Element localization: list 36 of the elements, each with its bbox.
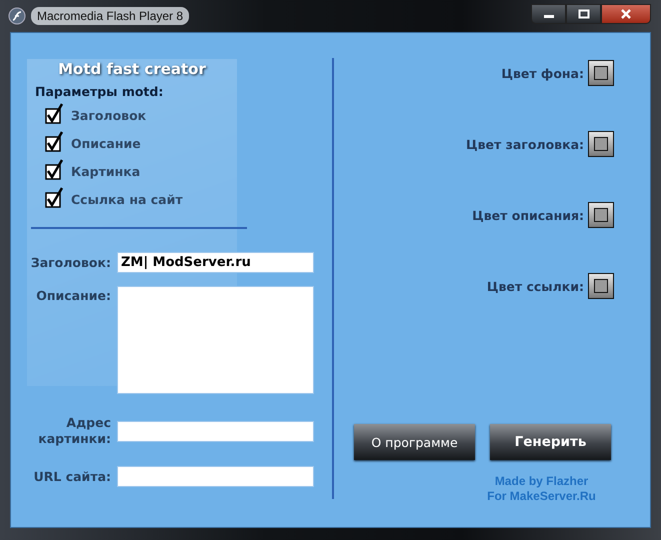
action-button[interactable]: О программе: [354, 424, 475, 460]
field-label: Заголовок:: [30, 254, 111, 270]
checkbox[interactable]: [45, 103, 65, 125]
maximize-button[interactable]: [566, 4, 601, 24]
color-swatch[interactable]: [588, 273, 614, 299]
section-heading: Параметры motd:: [35, 84, 164, 99]
close-button[interactable]: [601, 4, 651, 24]
minimize-button[interactable]: [531, 4, 566, 24]
credit-text: Made by Flazher: [494, 474, 590, 489]
app-title: Motd fast creator: [57, 60, 207, 78]
checkbox[interactable]: [45, 131, 65, 153]
checkbox-label: Картинка: [71, 164, 140, 181]
color-label: Цвет ссылки:: [486, 278, 584, 294]
flash-icon: [8, 7, 26, 25]
input-field[interactable]: [117, 466, 314, 487]
color-label: Цвет описания:: [472, 208, 584, 222]
input-field[interactable]: ZM| ModServer.ru: [117, 252, 314, 273]
window-title: Macromedia Flash Player 8: [31, 7, 190, 25]
checkbox-label: Заголовок: [71, 108, 146, 125]
color-label: Цвет заголовка:: [466, 136, 584, 152]
field-label: Описание:: [35, 288, 111, 304]
checkbox-label: Описание: [71, 136, 141, 153]
color-swatch[interactable]: [588, 60, 614, 86]
input-field[interactable]: [117, 420, 314, 442]
checkbox[interactable]: [45, 159, 65, 181]
checkbox[interactable]: [45, 187, 65, 209]
credit-text: For MakeServer.Ru: [486, 489, 597, 504]
action-button[interactable]: Генерить: [490, 424, 611, 460]
close-icon: [620, 9, 632, 19]
field-label: URL сайта:: [32, 468, 111, 484]
color-swatch[interactable]: [588, 131, 614, 157]
maximize-icon: [578, 9, 590, 19]
color-label: Цвет фона:: [501, 66, 584, 80]
field-label: Адрес картинки:: [37, 415, 111, 447]
color-swatch[interactable]: [588, 202, 614, 228]
checkbox-label: Ссылка на сайт: [71, 192, 183, 209]
